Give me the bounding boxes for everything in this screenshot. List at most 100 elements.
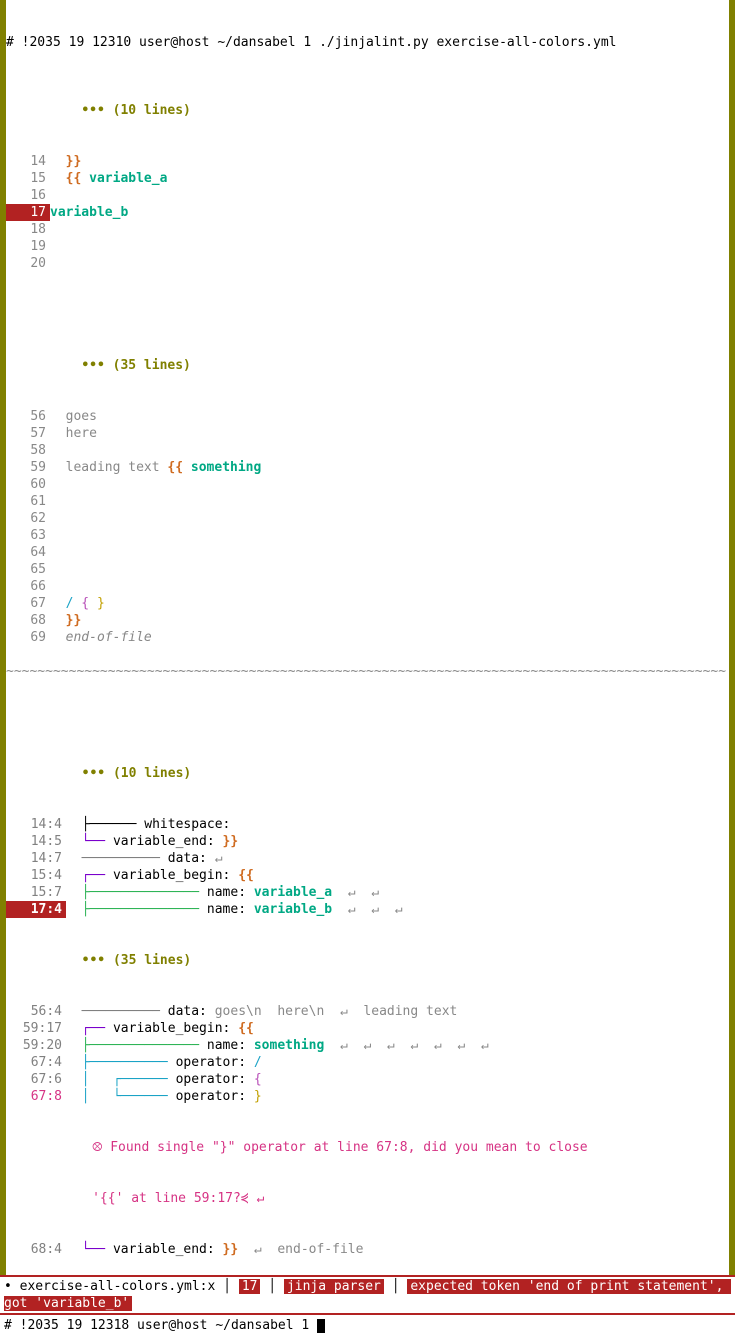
position: 67:8 (6, 1088, 66, 1105)
line-number: 63 (6, 527, 50, 544)
source-line[interactable]: 61 (6, 493, 729, 510)
tree-branch-icon: ┌── (66, 1021, 105, 1036)
jinja-variable: something (191, 460, 261, 475)
node-label: whitespace: (136, 817, 230, 832)
operator: } (97, 596, 105, 611)
line-number: 18 (6, 221, 50, 238)
line-number: 67 (6, 595, 50, 612)
source-line[interactable]: 65 (6, 561, 729, 578)
line-number: 19 (6, 238, 50, 255)
source-line[interactable]: 62 (6, 510, 729, 527)
node-label: data: (160, 1004, 215, 1019)
fold-dots: ••• (35 lines) (82, 953, 192, 968)
tree-row[interactable]: 14:4 ├────── whitespace: (6, 816, 729, 833)
prompt-text: # !2035 19 12318 user@host ~/dansabel 1 (4, 1318, 317, 1333)
node-label: variable_end: (105, 834, 222, 849)
tree-row[interactable]: 59:17 ┌── variable_begin: {{ (6, 1020, 729, 1037)
operator: / (254, 1055, 262, 1070)
tree-row[interactable]: 14:5 └── variable_end: }} (6, 833, 729, 850)
tree-branch-icon: │ └────── (66, 1089, 168, 1104)
line-number: 58 (6, 442, 50, 459)
tree-row[interactable]: 59:20 ├────────────── name: something ↵ … (6, 1037, 729, 1054)
cursor-icon (317, 1319, 325, 1333)
source-line[interactable]: 59 leading text {{ something (6, 459, 729, 476)
source-line[interactable]: 68 }} (6, 612, 729, 629)
node-label: operator: (168, 1055, 254, 1070)
tree-row[interactable]: 68:4 └── variable_end: }} ↵ end-of-file (6, 1241, 729, 1258)
tree-branch-icon: └── (66, 1242, 105, 1257)
tree-branch-icon: ├────── (66, 817, 136, 832)
text: leading text (50, 460, 167, 475)
source-line[interactable]: 14 }} (6, 153, 729, 170)
text: end-of-file (50, 630, 152, 645)
error-message: '{{' at line 59:17?⋞ ↵ (6, 1190, 729, 1207)
jinja-delimiter: }} (66, 613, 82, 628)
source-line[interactable]: 66 (6, 578, 729, 595)
jinja-delimiter: }} (223, 1242, 239, 1257)
source-line[interactable]: 63 (6, 527, 729, 544)
tree-branch-icon: ├────────────── (66, 1038, 199, 1053)
line-number: 66 (6, 578, 50, 595)
status-file: exercise-all-colors.yml:x (20, 1279, 216, 1294)
line-number: 56 (6, 408, 50, 425)
tree-row[interactable]: 67:4 ├────────── operator: / (6, 1054, 729, 1071)
jinja-delimiter: {{ (66, 171, 89, 186)
text: goes (50, 409, 97, 424)
tree-pane[interactable]: ••• (10 lines) 14:4 ├────── whitespace:1… (0, 680, 735, 1275)
source-line[interactable]: 58 (6, 442, 729, 459)
position: 59:20 (6, 1037, 66, 1054)
operator: { (73, 596, 96, 611)
text: goes\n here\n ↵ leading text (215, 1004, 458, 1019)
bottom-prompt[interactable]: # !2035 19 12318 user@host ~/dansabel 1 (0, 1315, 735, 1340)
source-line[interactable]: 18 (6, 221, 729, 238)
source-line[interactable]: 16 (6, 187, 729, 204)
position: 15:7 (6, 884, 66, 901)
source-line[interactable]: 57 here (6, 425, 729, 442)
top-prompt: # !2035 19 12310 user@host ~/dansabel 1 … (0, 0, 735, 68)
line-number: 17 (6, 204, 50, 221)
tree-row[interactable]: 67:8 │ └────── operator: } (6, 1088, 729, 1105)
jinja-delimiter: {{ (167, 460, 190, 475)
tree-branch-icon: ┌── (66, 868, 105, 883)
source-line[interactable]: 60 (6, 476, 729, 493)
source-line[interactable]: 17variable_b (6, 204, 729, 221)
source-line[interactable]: 64 (6, 544, 729, 561)
tree-row[interactable]: 15:7 ├────────────── name: variable_a ↵ … (6, 884, 729, 901)
operator: { (254, 1072, 262, 1087)
node-label: name: (199, 885, 254, 900)
jinja-delimiter: }} (66, 154, 82, 169)
tree-row[interactable]: 17:4 ├────────────── name: variable_b ↵ … (6, 901, 729, 918)
node-label: variable_begin: (105, 868, 238, 883)
source-line[interactable]: 20 (6, 255, 729, 272)
tree-row[interactable]: 14:7 ────────── data: ↵ (6, 850, 729, 867)
folded-indicator: ••• (35 lines) (6, 952, 729, 969)
line-number: 14 (6, 153, 50, 170)
prompt-line: # !2035 19 12310 user@host ~/dansabel 1 … (6, 34, 729, 51)
node-label: data: (160, 851, 215, 866)
position: 68:4 (6, 1241, 66, 1258)
source-line[interactable]: 69 end-of-file (6, 629, 729, 646)
jinja-variable: variable_a (89, 171, 167, 186)
source-line[interactable]: 56 goes (6, 408, 729, 425)
position: 14:5 (6, 833, 66, 850)
folded-indicator: ••• (10 lines) (6, 102, 729, 119)
tree-row[interactable]: 67:6 │ ┌────── operator: { (6, 1071, 729, 1088)
line-number: 64 (6, 544, 50, 561)
node-label: name: (199, 1038, 254, 1053)
position: 59:17 (6, 1020, 66, 1037)
source-line[interactable]: 19 (6, 238, 729, 255)
line-number: 16 (6, 187, 50, 204)
line-number: 61 (6, 493, 50, 510)
tree-branch-icon: ├────────────── (66, 902, 199, 917)
line-number: 69 (6, 629, 50, 646)
source-line[interactable]: 15 {{ variable_a (6, 170, 729, 187)
source-pane[interactable]: ••• (10 lines) 14 }}15 {{ variable_a1617… (0, 68, 735, 663)
error-message: ⮾ Found single "}" operator at line 67:8… (6, 1139, 729, 1156)
tree-row[interactable]: 56:4 ────────── data: goes\n here\n ↵ le… (6, 1003, 729, 1020)
prompt-text: # !2035 19 12310 user@host ~/dansabel 1 … (6, 35, 616, 50)
tree-branch-icon: └── (66, 834, 105, 849)
source-line[interactable]: 67 / { } (6, 595, 729, 612)
tree-branch-icon: ────────── (66, 1004, 160, 1019)
jinja-delimiter: {{ (238, 868, 254, 883)
node-label: operator: (168, 1089, 254, 1104)
